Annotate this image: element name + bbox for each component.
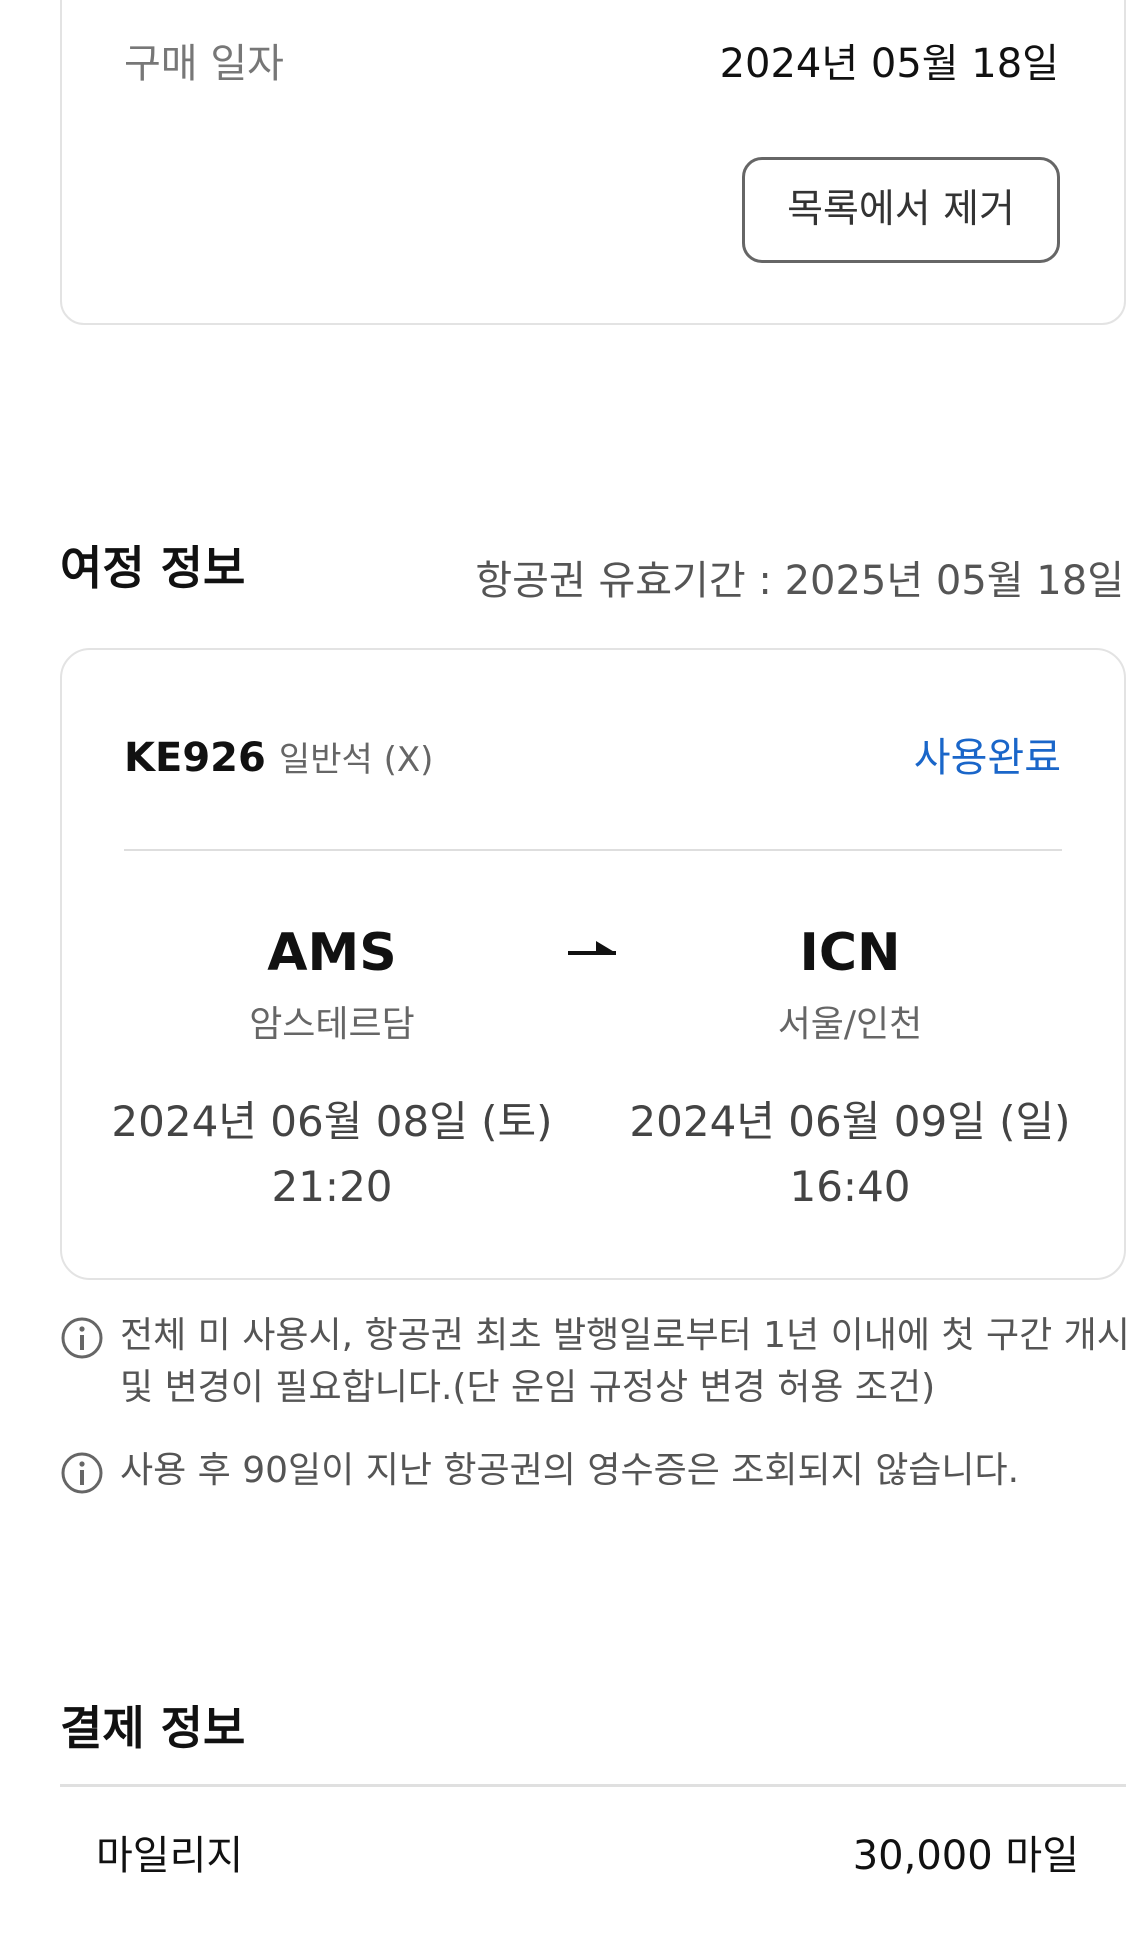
cabin-class: 일반석 (X) (278, 740, 434, 780)
arrow-right-icon (568, 941, 616, 955)
purchase-date-value: 2024년 05월 18일 (719, 41, 1059, 87)
arrival-city: 서울/인천 (777, 1004, 923, 1045)
departure-time: 21:20 (271, 1162, 393, 1211)
remove-from-list-button[interactable]: 목록에서 제거 (742, 157, 1060, 263)
arrival-code: ICN (799, 923, 901, 983)
arrival-time: 16:40 (789, 1162, 911, 1211)
payment-divider (60, 1784, 1126, 1787)
ticket-validity: 항공권 유효기간 : 2025년 05월 18일 (475, 558, 1124, 604)
departure-date: 2024년 06월 08일 (토) (111, 1097, 553, 1146)
flight-info: KE926 일반석 (X) (124, 728, 433, 796)
mileage-label: 마일리지 (96, 1833, 244, 1879)
usage-status-badge: 사용완료 (913, 735, 1061, 781)
flight-number: KE926 (124, 735, 266, 781)
payment-section-title: 결제 정보 (60, 1701, 246, 1755)
info-icon (61, 1452, 103, 1494)
arrival-date: 2024년 06월 09일 (일) (629, 1097, 1071, 1146)
departure-code: AMS (267, 923, 397, 983)
departure-city: 암스테르담 (249, 1004, 415, 1045)
notice-text: 사용 후 90일이 지난 항공권의 영수증은 조회되지 않습니다. (120, 1450, 1020, 1491)
mileage-value: 30,000 마일 (852, 1833, 1079, 1879)
purchase-date-label: 구매 일자 (124, 41, 284, 87)
info-icon (61, 1317, 103, 1359)
itinerary-divider (124, 849, 1062, 851)
itinerary-section-title: 여정 정보 (60, 541, 246, 595)
notice-text: 전체 미 사용시, 항공권 최초 발행일로부터 1년 이내에 첫 구간 개시 및… (120, 1315, 1130, 1408)
